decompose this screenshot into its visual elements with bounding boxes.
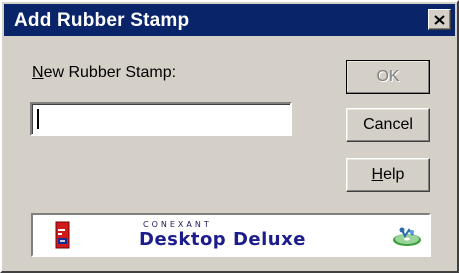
close-icon xyxy=(434,14,445,25)
document-logo-icon xyxy=(55,221,70,249)
add-rubber-stamp-dialog: Add Rubber Stamp New Rubber Stamp: OK Ca… xyxy=(0,0,459,273)
new-rubber-stamp-input[interactable] xyxy=(30,102,292,136)
help-accelerator: H xyxy=(371,166,384,183)
cancel-button[interactable]: Cancel xyxy=(346,108,430,142)
title-bar[interactable]: Add Rubber Stamp xyxy=(4,4,455,36)
new-rubber-stamp-label: New Rubber Stamp: xyxy=(32,64,176,82)
text-caret xyxy=(37,109,39,129)
cancel-button-label: Cancel xyxy=(363,116,413,133)
brand-product: Desktop Deluxe xyxy=(139,229,306,250)
close-button[interactable] xyxy=(428,9,451,30)
dialog-title: Add Rubber Stamp xyxy=(14,10,190,31)
cd-disc-icon xyxy=(393,227,421,246)
help-button-label: Help xyxy=(372,166,405,184)
ok-button[interactable]: OK xyxy=(346,60,430,94)
brand-company: CONEXANT xyxy=(143,220,212,229)
help-text: elp xyxy=(383,166,405,183)
label-accelerator: N xyxy=(32,64,44,81)
ok-button-label: OK xyxy=(376,68,400,85)
label-text: ew Rubber Stamp: xyxy=(43,64,177,81)
product-banner: CONEXANT Desktop Deluxe xyxy=(31,213,431,257)
help-button[interactable]: Help xyxy=(346,158,430,192)
